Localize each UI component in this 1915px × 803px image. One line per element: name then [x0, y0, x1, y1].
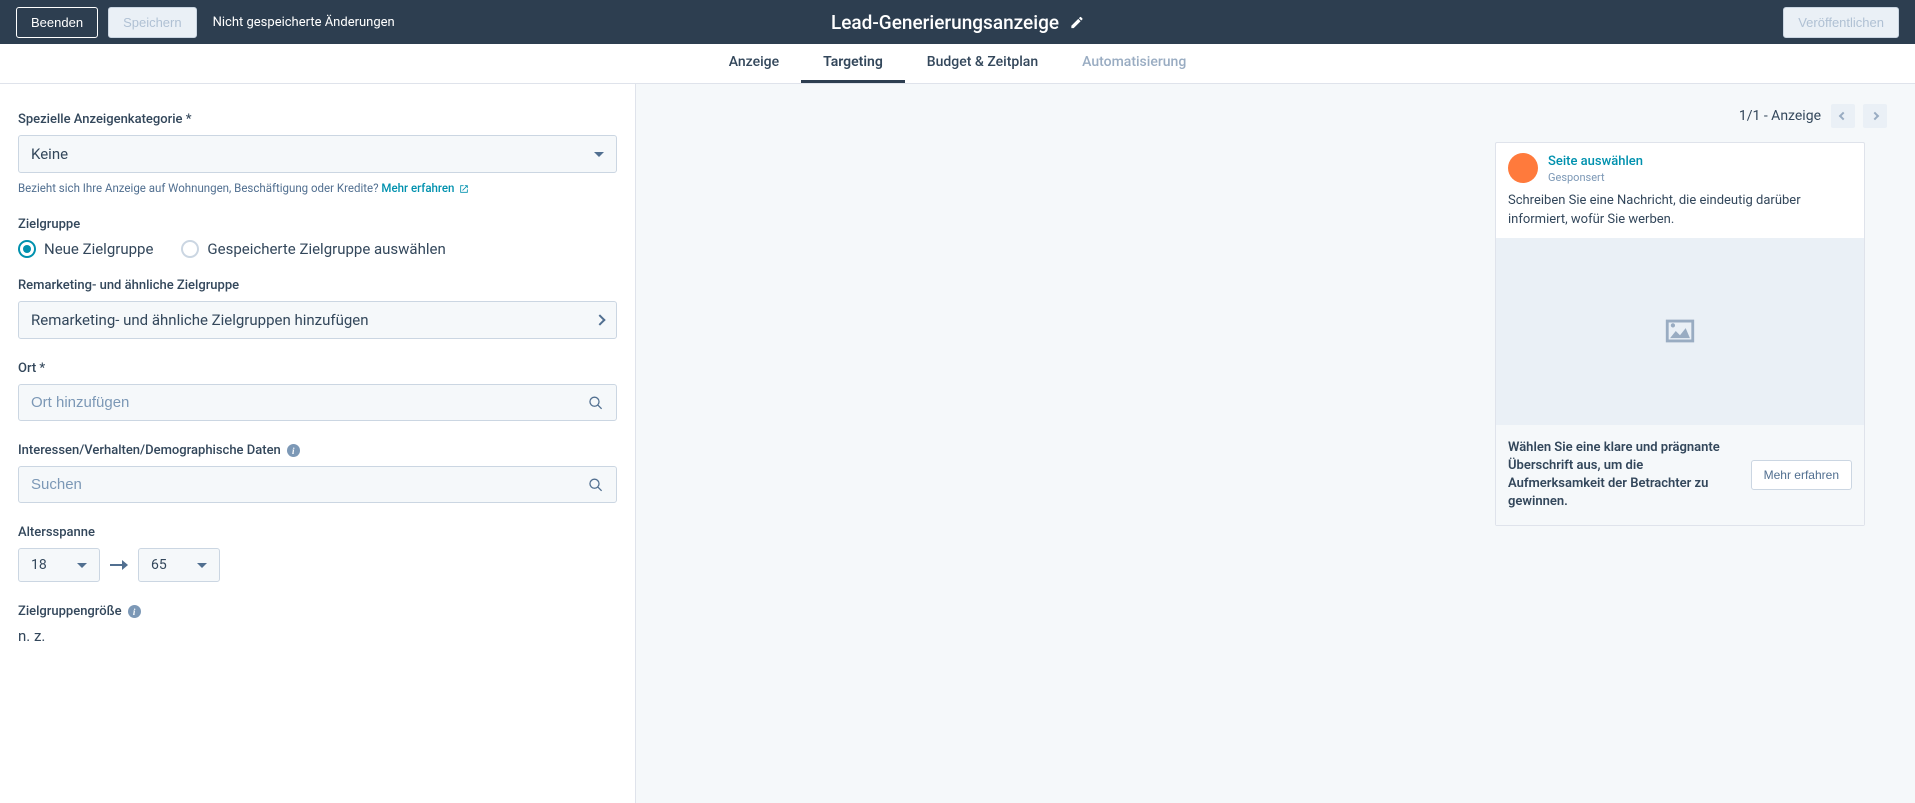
- size-value: n. z.: [18, 627, 617, 645]
- location-label: Ort *: [18, 361, 617, 376]
- category-label: Spezielle Anzeigenkategorie *: [18, 112, 617, 127]
- category-learn-more-link[interactable]: Mehr erfahren: [381, 181, 469, 195]
- search-icon: [588, 395, 604, 411]
- chevron-right-icon: [594, 314, 605, 325]
- radio-new-audience[interactable]: Neue Zielgruppe: [18, 240, 153, 258]
- chevron-down-icon: [594, 152, 604, 157]
- location-input[interactable]: [31, 394, 588, 411]
- search-icon: [588, 477, 604, 493]
- size-label: Zielgruppengröße i: [18, 604, 617, 619]
- main-content: Spezielle Anzeigenkategorie * Keine Bezi…: [0, 84, 1915, 803]
- ad-sponsored-label: Gesponsert: [1548, 171, 1643, 184]
- external-link-icon: [459, 184, 469, 194]
- ad-cta-button[interactable]: Mehr erfahren: [1751, 460, 1852, 490]
- interests-input-wrapper[interactable]: [18, 466, 617, 503]
- ad-image-placeholder: [1496, 238, 1864, 424]
- location-input-wrapper[interactable]: [18, 384, 617, 421]
- age-max-select[interactable]: 65: [138, 548, 220, 582]
- chevron-left-icon: [1839, 112, 1847, 120]
- remarketing-value: Remarketing- und ähnliche Zielgruppen hi…: [31, 311, 369, 329]
- age-min-select[interactable]: 18: [18, 548, 100, 582]
- ad-body-text: Schreiben Sie eine Nachricht, die eindeu…: [1508, 192, 1852, 230]
- preview-next-button: [1863, 104, 1887, 128]
- info-icon[interactable]: i: [287, 444, 300, 457]
- chevron-down-icon: [77, 563, 87, 568]
- tab-budget[interactable]: Budget & Zeitplan: [905, 44, 1060, 83]
- ad-headline: Wählen Sie eine klare und prägnante Über…: [1508, 439, 1739, 512]
- preview-panel: 1/1 - Anzeige Seite auswählen Gesponsert…: [636, 84, 1915, 803]
- avatar: [1508, 153, 1538, 183]
- remarketing-select[interactable]: Remarketing- und ähnliche Zielgruppen hi…: [18, 301, 617, 339]
- chevron-down-icon: [197, 563, 207, 568]
- audience-label: Zielgruppe: [18, 217, 617, 232]
- category-help: Bezieht sich Ihre Anzeige auf Wohnungen,…: [18, 181, 617, 195]
- age-min-value: 18: [31, 557, 47, 573]
- radio-icon: [18, 240, 36, 258]
- preview-prev-button: [1831, 104, 1855, 128]
- tab-automatisierung: Automatisierung: [1060, 44, 1208, 83]
- radio-saved-audience[interactable]: Gespeicherte Zielgruppe auswählen: [181, 240, 445, 258]
- interests-input[interactable]: [31, 476, 588, 493]
- unsaved-changes-text: Nicht gespeicherte Änderungen: [213, 15, 395, 30]
- info-icon[interactable]: i: [128, 605, 141, 618]
- tab-bar: Anzeige Targeting Budget & Zeitplan Auto…: [0, 44, 1915, 84]
- category-select[interactable]: Keine: [18, 135, 617, 173]
- save-button: Speichern: [108, 7, 197, 38]
- page-title-container: Lead-Generierungsanzeige: [831, 11, 1084, 34]
- age-max-value: 65: [151, 557, 167, 573]
- radio-saved-label: Gespeicherte Zielgruppe auswählen: [207, 240, 445, 258]
- age-label: Altersspanne: [18, 525, 617, 540]
- arrow-right-icon: [110, 560, 128, 570]
- radio-new-label: Neue Zielgruppe: [44, 240, 153, 258]
- category-value: Keine: [31, 145, 68, 163]
- exit-button[interactable]: Beenden: [16, 7, 98, 38]
- interests-label: Interessen/Verhalten/Demographische Date…: [18, 443, 617, 458]
- publish-button: Veröffentlichen: [1783, 7, 1899, 38]
- tab-anzeige[interactable]: Anzeige: [707, 44, 801, 83]
- radio-icon: [181, 240, 199, 258]
- ad-page-link[interactable]: Seite auswählen: [1548, 154, 1643, 169]
- edit-title-icon[interactable]: [1069, 15, 1084, 30]
- page-title: Lead-Generierungsanzeige: [831, 11, 1059, 34]
- image-placeholder-icon: [1663, 316, 1697, 346]
- top-header: Beenden Speichern Nicht gespeicherte Änd…: [0, 0, 1915, 44]
- chevron-right-icon: [1871, 112, 1879, 120]
- preview-counter: 1/1 - Anzeige: [1739, 108, 1821, 124]
- ad-preview-card: Seite auswählen Gesponsert Schreiben Sie…: [1495, 142, 1865, 526]
- tab-targeting[interactable]: Targeting: [801, 44, 905, 83]
- form-panel: Spezielle Anzeigenkategorie * Keine Bezi…: [0, 84, 636, 803]
- remarketing-label: Remarketing- und ähnliche Zielgruppe: [18, 278, 617, 293]
